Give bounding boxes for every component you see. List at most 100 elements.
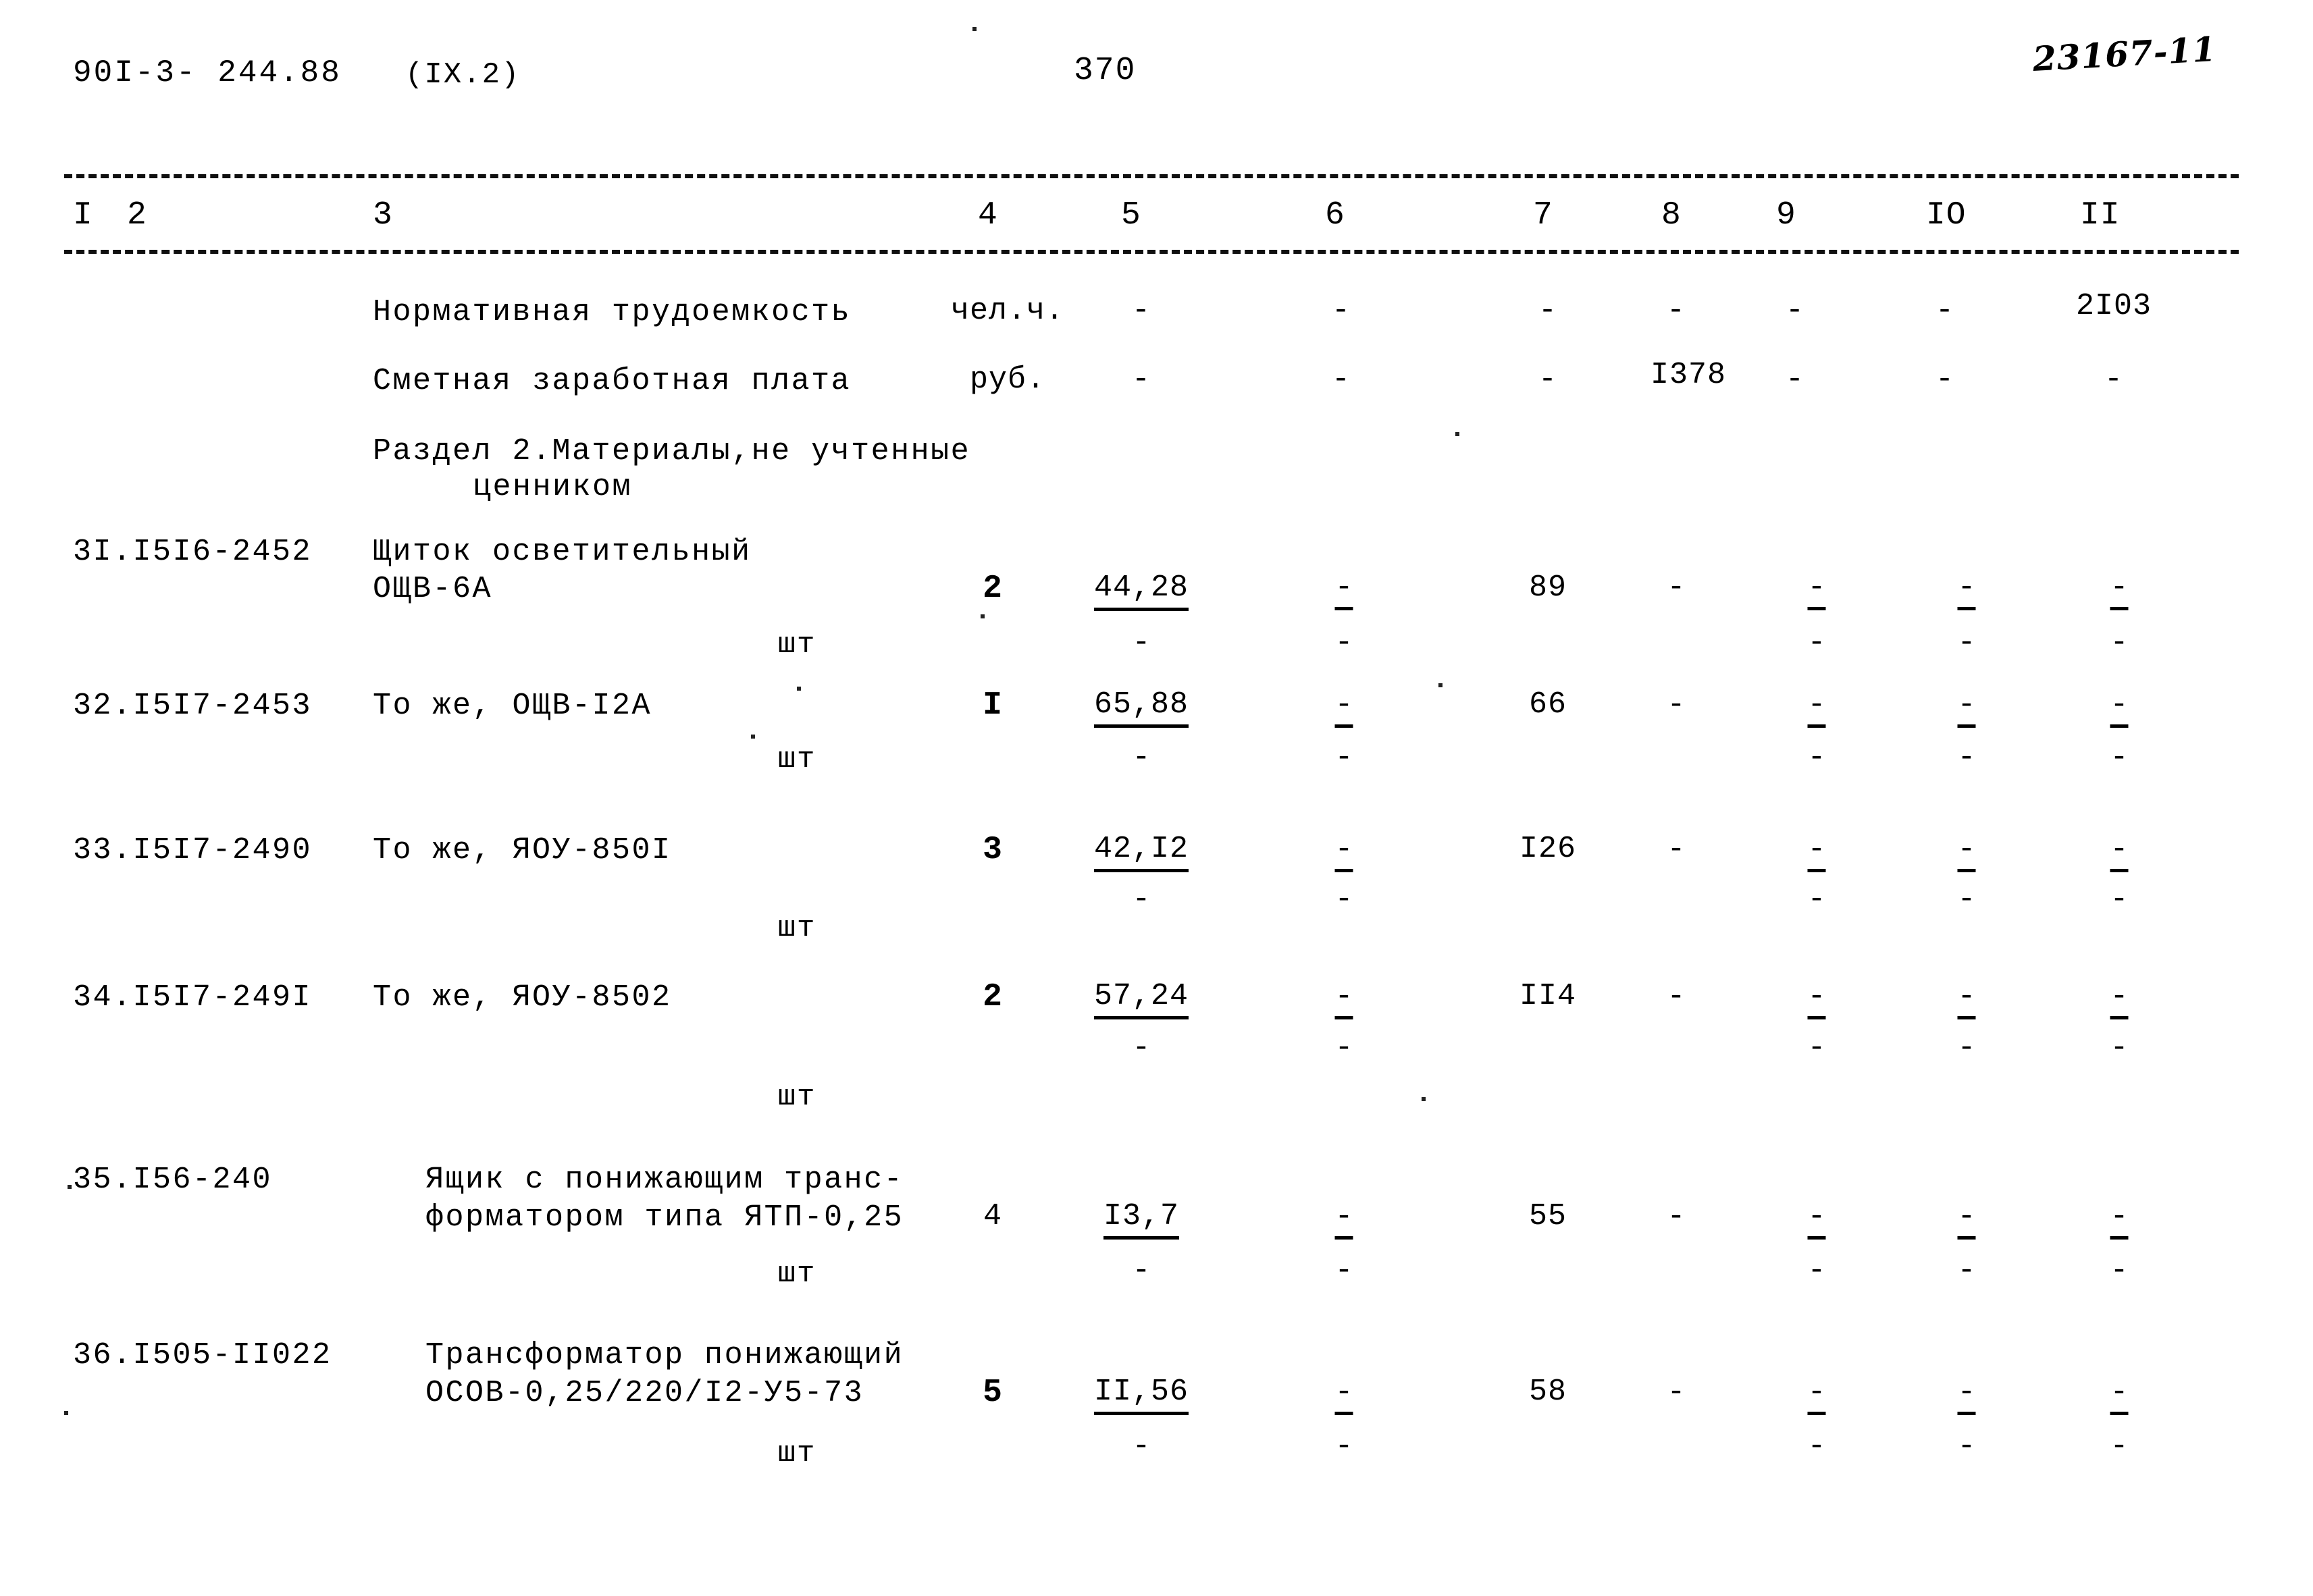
item-qty: 3 [983, 832, 1003, 868]
item-col5-second: - [1132, 626, 1151, 660]
summary-row-col10: - [1935, 363, 1955, 397]
item-col6-second: - [1334, 741, 1353, 775]
item-col6: - [1334, 573, 1353, 610]
summary-row-col6: - [1331, 363, 1351, 397]
item-col11-second: - [2110, 1031, 2129, 1065]
item-col8: - [1667, 1200, 1686, 1234]
item-col8: - [1667, 570, 1686, 605]
summary-row-col11: 2I03 [2075, 289, 2152, 323]
item-col9-second: - [1807, 882, 1826, 917]
item-col7: I26 [1519, 832, 1577, 866]
item-col9-second: - [1807, 626, 1826, 660]
item-col6-second: - [1334, 1254, 1353, 1288]
item-unit: шт [777, 1257, 816, 1291]
item-col11-second: - [2110, 882, 2129, 917]
item-col10-second: - [1957, 1429, 1976, 1464]
item-qty: I [983, 687, 1003, 724]
item-col7: 58 [1528, 1375, 1567, 1409]
item-qty: 4 [983, 1199, 1003, 1233]
item-col11-second: - [2110, 626, 2129, 660]
item-col11: - [2110, 982, 2129, 1019]
item-name-line1: То же, ОЩВ-I2А [373, 689, 652, 723]
summary-row-col7: - [1538, 363, 1558, 397]
item-qty: 5 [983, 1375, 1003, 1411]
item-col11: - [2110, 1202, 2129, 1240]
item-col10-second: - [1957, 1254, 1976, 1288]
summary-row-unit: чел.ч. [950, 294, 1065, 328]
scan-artifact-speck [751, 735, 755, 739]
summary-row-col5: - [1131, 294, 1151, 328]
item-col9: - [1807, 982, 1826, 1019]
item-col9: - [1807, 690, 1826, 728]
item-col10: - [1957, 1377, 1976, 1415]
item-name-line2: ОСОВ-0,25/220/I2-У5-73 [425, 1376, 864, 1410]
item-name-line2: форматором типа ЯТП-0,25 [425, 1200, 904, 1235]
section-title-line1: Раздел 2.Материалы,не учтенные [373, 434, 971, 469]
item-col11-second: - [2110, 1429, 2129, 1464]
item-col10: - [1957, 982, 1976, 1019]
item-col11: - [2110, 834, 2129, 872]
item-col6-second: - [1334, 626, 1353, 660]
item-col10-second: - [1957, 626, 1976, 660]
item-name-line1: Щиток осветительный [373, 535, 752, 569]
item-col5: 42,I2 [1093, 832, 1189, 872]
item-col8: - [1667, 832, 1686, 867]
item-col9-second: - [1807, 1254, 1826, 1288]
item-col5: 44,28 [1093, 570, 1189, 611]
item-col7: 55 [1528, 1199, 1567, 1233]
summary-row-col10: - [1935, 294, 1955, 328]
item-col6: - [1334, 1202, 1353, 1240]
item-qty: 2 [983, 979, 1003, 1015]
item-col5: II,56 [1093, 1375, 1189, 1415]
item-col5-second: - [1132, 882, 1151, 917]
summary-row-unit: руб. [969, 363, 1046, 397]
summary-row-col6: - [1331, 294, 1351, 328]
item-col11-second: - [2110, 741, 2129, 775]
summary-row-col11: - [2104, 363, 2124, 397]
scan-artifact-speck [1422, 1097, 1426, 1101]
item-unit: шт [777, 1080, 816, 1114]
scan-artifact-speck [981, 614, 985, 618]
section-title-line2: ценником [473, 470, 633, 504]
item-col9: - [1807, 834, 1826, 872]
item-col10: - [1957, 573, 1976, 610]
summary-row-col8: I378 [1650, 358, 1727, 392]
item-code: 32.I5I7-2453 [73, 689, 313, 723]
item-unit: шт [777, 628, 816, 662]
item-col7: 89 [1528, 570, 1567, 605]
item-col7: 66 [1528, 687, 1567, 722]
item-code: 33.I5I7-2490 [73, 833, 313, 868]
item-col5-second: - [1132, 741, 1151, 775]
item-name-line1: Ящик с понижающим транс- [425, 1163, 904, 1197]
item-col9: - [1807, 1202, 1826, 1240]
item-col5-second: - [1132, 1031, 1151, 1065]
scan-artifact-speck [797, 687, 801, 691]
scan-artifact-speck [68, 1185, 72, 1189]
item-col10-second: - [1957, 741, 1976, 775]
summary-row-name: Нормативная трудоемкость [373, 295, 852, 329]
scan-artifact-speck [972, 27, 977, 31]
item-col6-second: - [1334, 882, 1353, 917]
item-col6: - [1334, 690, 1353, 728]
item-col10: - [1957, 690, 1976, 728]
item-col9: - [1807, 1377, 1826, 1415]
item-col9-second: - [1807, 1031, 1826, 1065]
item-col11: - [2110, 690, 2129, 728]
item-col7: II4 [1519, 979, 1577, 1013]
item-code: 36.I505-II022 [73, 1338, 332, 1373]
item-col5: I3,7 [1103, 1199, 1180, 1240]
item-col11-second: - [2110, 1254, 2129, 1288]
summary-row-col7: - [1538, 294, 1558, 328]
item-col10-second: - [1957, 882, 1976, 917]
item-col9-second: - [1807, 1429, 1826, 1464]
item-col8: - [1667, 980, 1686, 1014]
document-page: 90I-3- 244.88 (IX.2) 370 23167-11 I 2 3 … [0, 0, 2313, 1596]
item-col10-second: - [1957, 1031, 1976, 1065]
item-code: 35.I56-240 [73, 1163, 273, 1197]
item-name-line1: Трансформатор понижающий [425, 1338, 904, 1373]
item-col11: - [2110, 1377, 2129, 1415]
summary-row-col9: - [1785, 363, 1805, 397]
item-col6: - [1334, 1377, 1353, 1415]
scan-artifact-speck [64, 1411, 68, 1415]
item-name-line2: ОЩВ-6А [373, 572, 493, 606]
